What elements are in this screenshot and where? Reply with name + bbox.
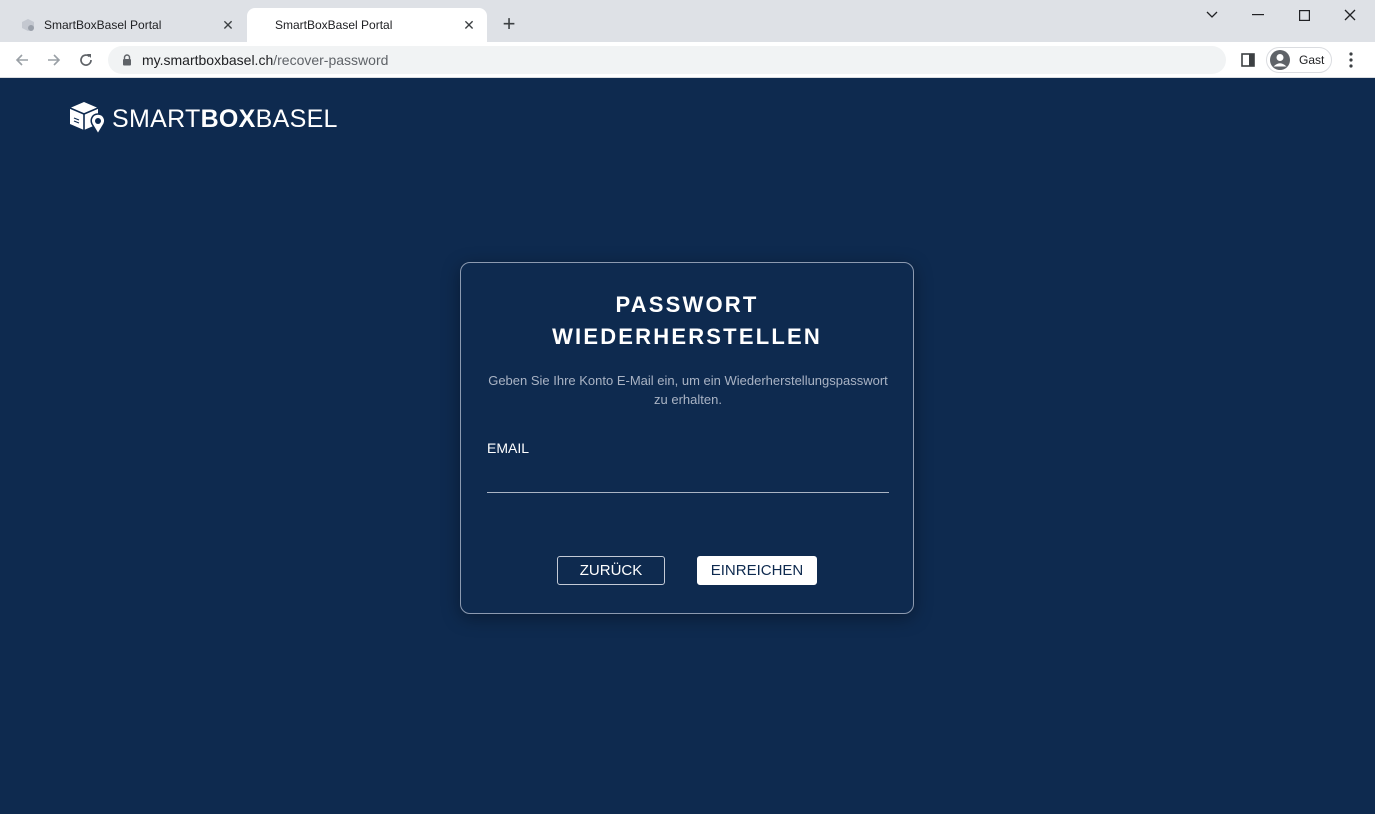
minimize-icon[interactable] <box>1235 0 1281 30</box>
reload-icon[interactable] <box>74 48 98 72</box>
new-tab-icon[interactable]: + <box>498 13 520 36</box>
url-path: /recover-password <box>273 52 389 68</box>
close-tab-icon[interactable]: ✕ <box>459 15 479 35</box>
more-menu-icon[interactable] <box>1342 50 1360 70</box>
card-title-line-2: WIEDERHERSTELLEN <box>552 324 822 349</box>
logo-text-smart: SMART <box>112 104 201 133</box>
browser-toolbar: my.smartboxbasel.ch/recover-password Gas… <box>0 42 1375 78</box>
recover-password-card: PASSWORT WIEDERHERSTELLEN Geben Sie Ihre… <box>460 262 914 614</box>
side-panel-icon[interactable] <box>1238 50 1258 70</box>
site-favicon-icon <box>20 17 36 33</box>
logo-text-basel: BASEL <box>255 104 338 133</box>
profile-avatar-icon <box>1269 49 1291 71</box>
lock-icon[interactable] <box>120 53 134 67</box>
browser-tab-strip: SmartBoxBasel Portal ✕ SmartBoxBasel Por… <box>0 0 1375 42</box>
email-field[interactable] <box>487 463 889 493</box>
address-bar[interactable]: my.smartboxbasel.ch/recover-password <box>108 46 1226 74</box>
url-host: my.smartboxbasel.ch <box>142 52 274 68</box>
close-window-icon[interactable] <box>1327 0 1373 30</box>
card-title-line-1: PASSWORT <box>615 292 759 317</box>
logo-wordmark: SMARTBOXBASEL <box>112 105 338 134</box>
back-button[interactable]: ZURÜCK <box>557 556 665 585</box>
tab-search-icon[interactable] <box>1189 0 1235 30</box>
profile-button[interactable]: Gast <box>1266 47 1332 73</box>
card-description: Geben Sie Ihre Konto E-Mail ein, um ein … <box>488 373 888 407</box>
tab-title: SmartBoxBasel Portal <box>44 18 162 32</box>
email-label: EMAIL <box>487 440 530 456</box>
back-arrow-icon[interactable] <box>10 48 34 72</box>
close-tab-icon[interactable]: ✕ <box>218 15 238 35</box>
card-title: PASSWORT WIEDERHERSTELLEN <box>461 289 913 353</box>
submit-button[interactable]: EINREICHEN <box>697 556 817 585</box>
browser-tab-1[interactable]: SmartBoxBasel Portal ✕ <box>8 8 246 42</box>
profile-name: Gast <box>1299 53 1325 67</box>
smartboxbasel-logo[interactable]: SMARTBOXBASEL <box>68 98 338 140</box>
box-location-icon <box>69 102 106 136</box>
forward-arrow-icon[interactable] <box>42 48 66 72</box>
tab-title: SmartBoxBasel Portal <box>275 18 393 32</box>
maximize-icon[interactable] <box>1281 0 1327 30</box>
browser-tab-2[interactable]: SmartBoxBasel Portal ✕ <box>247 8 487 42</box>
logo-text-box: BOX <box>200 104 256 133</box>
